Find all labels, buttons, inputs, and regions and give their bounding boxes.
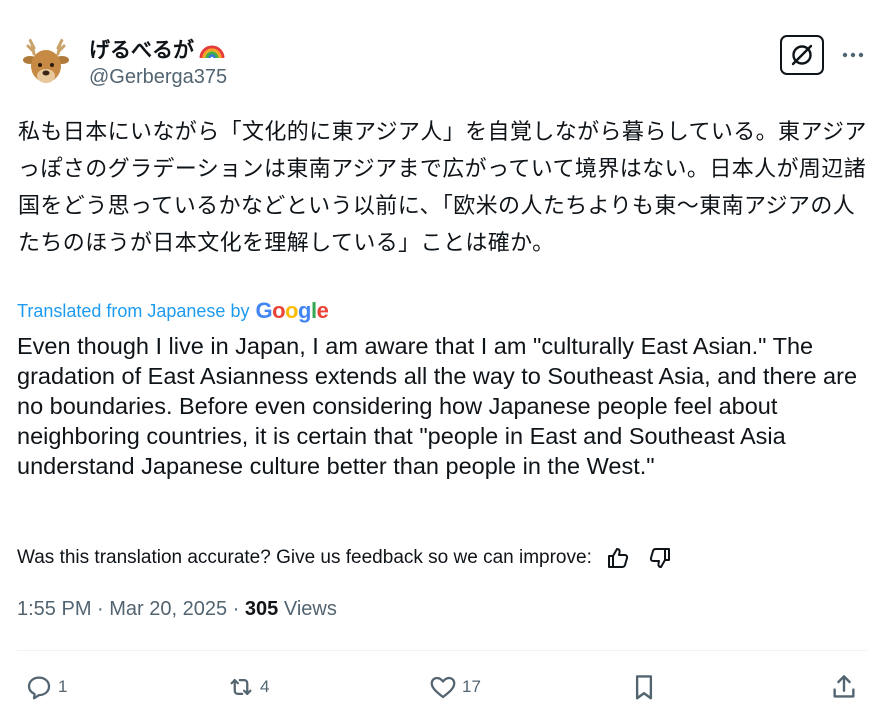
avatar[interactable]	[18, 34, 74, 90]
meta-separator: ·	[97, 598, 110, 620]
views-label: Views	[283, 598, 337, 620]
post-time[interactable]: 1:55 PM	[17, 598, 91, 620]
repost-count: 4	[260, 677, 270, 696]
deer-avatar-icon	[23, 38, 69, 83]
feedback-prompt: Was this translation accurate? Give us f…	[17, 547, 592, 568]
post-date[interactable]: Mar 20, 2025	[109, 598, 227, 620]
translation-feedback-row: Was this translation accurate? Give us f…	[17, 546, 672, 570]
meta-separator: ·	[232, 598, 245, 620]
grok-button[interactable]	[780, 35, 824, 75]
thumbs-up-icon[interactable]	[606, 546, 630, 570]
heart-icon	[430, 676, 456, 699]
share-button[interactable]	[829, 672, 859, 702]
more-dots-icon	[842, 52, 864, 58]
like-button[interactable]: 17	[428, 672, 481, 702]
translated-by-row[interactable]: Translated from Japanese by Google	[17, 298, 329, 324]
reply-button[interactable]: 1	[24, 672, 67, 702]
thumbs-down-icon[interactable]	[648, 546, 672, 570]
post-translation-text: Even though I live in Japan, I am aware …	[17, 333, 858, 479]
reply-icon	[27, 676, 51, 700]
views-count: 305	[244, 598, 279, 620]
share-icon	[833, 675, 855, 698]
bookmark-icon	[635, 675, 653, 700]
like-count: 17	[462, 677, 481, 696]
divider	[17, 650, 867, 651]
display-name[interactable]: げるべるが	[89, 34, 194, 64]
post-meta: 1:55 PM · Mar 20, 2025 · 305 Views	[17, 598, 337, 621]
more-options-button[interactable]	[836, 38, 870, 72]
author-name-row[interactable]: げるべるが	[89, 34, 226, 64]
google-logo: Google	[255, 298, 329, 323]
repost-icon	[230, 679, 252, 695]
reply-count: 1	[58, 677, 68, 696]
grok-icon	[791, 44, 813, 66]
bookmark-button[interactable]	[629, 672, 659, 702]
repost-button[interactable]: 4	[226, 672, 269, 702]
translated-from-label: Translated from Japanese by	[17, 300, 250, 321]
rainbow-icon	[198, 38, 226, 60]
post-original-text: 私も日本にいながら「文化的に東アジア人」を自覚しながら暮らしている。東アジアっぽ…	[18, 120, 867, 256]
author-handle[interactable]: @Gerberga375	[89, 66, 227, 89]
